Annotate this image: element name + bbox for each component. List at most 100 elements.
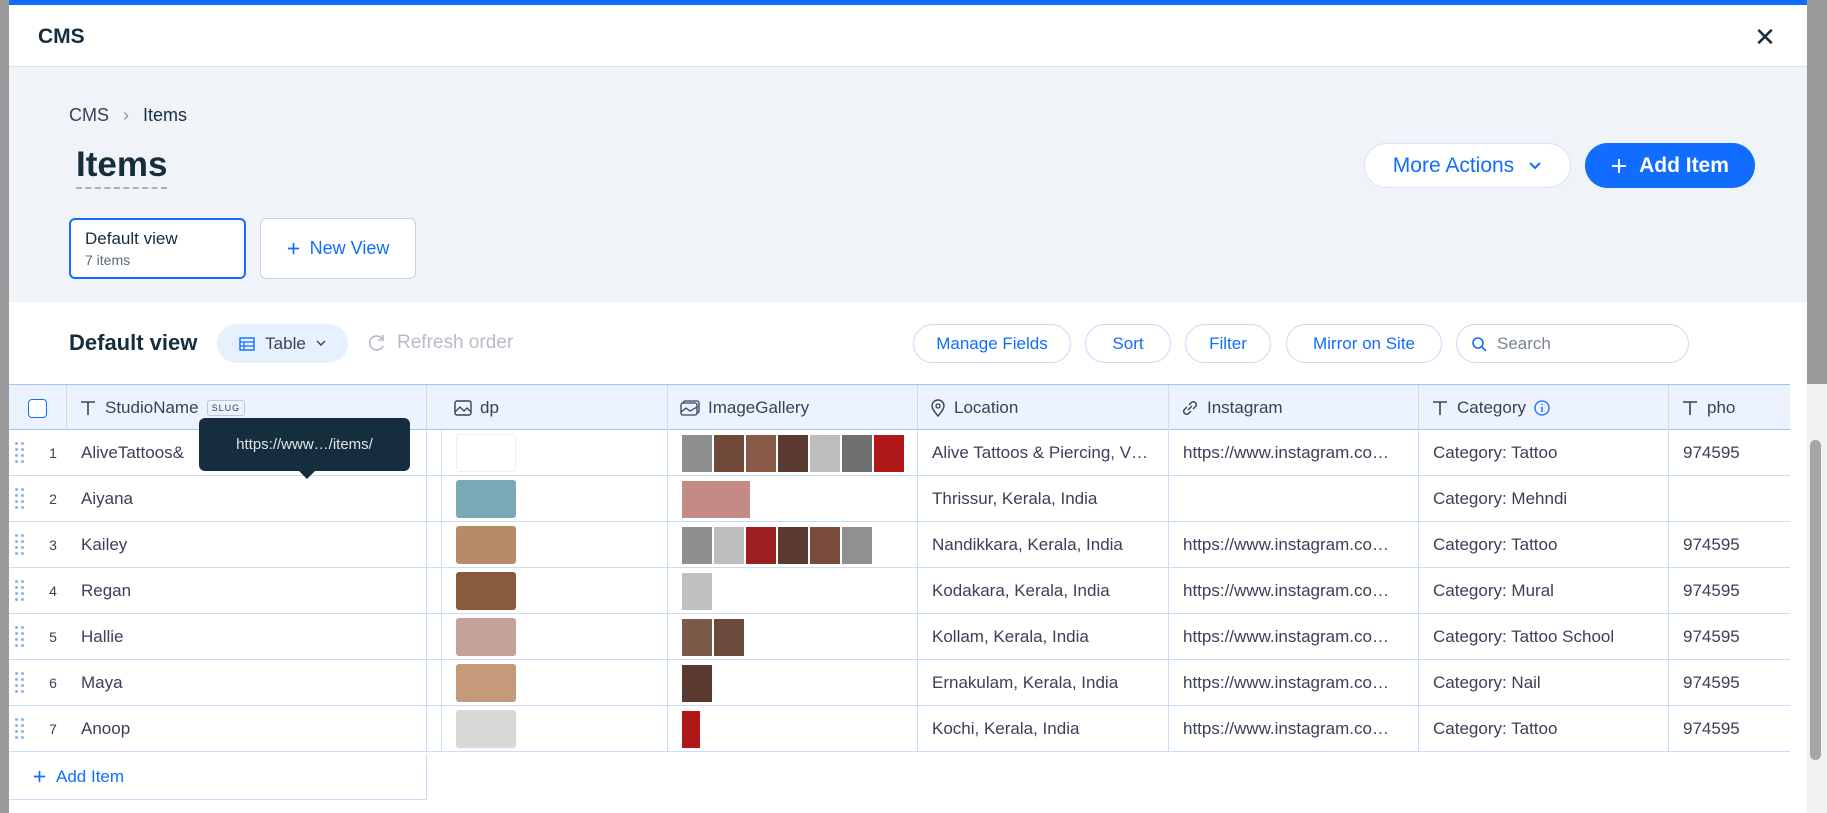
category-cell[interactable]: Category: Tattoo School: [1419, 614, 1669, 660]
studio-name-cell[interactable]: Hallie: [67, 614, 427, 660]
location-cell[interactable]: Kollam, Kerala, India: [918, 614, 1169, 660]
close-icon[interactable]: ✕: [1751, 23, 1779, 51]
dp-thumbnail: [456, 572, 516, 610]
dp-cell[interactable]: [442, 476, 668, 522]
dp-cell[interactable]: [442, 430, 668, 476]
drag-handle-icon[interactable]: [15, 672, 25, 694]
breadcrumb-current: Items: [143, 105, 188, 125]
drag-handle-icon[interactable]: [15, 488, 25, 510]
column-header-dp[interactable]: dp: [442, 385, 668, 431]
category-cell[interactable]: Category: Tattoo: [1419, 430, 1669, 476]
drag-handle-icon[interactable]: [15, 718, 25, 740]
column-header-imagegallery[interactable]: ImageGallery: [668, 385, 918, 431]
dp-cell[interactable]: [442, 706, 668, 752]
column-header-location[interactable]: Location: [918, 385, 1169, 431]
image-gallery-cell[interactable]: [668, 706, 918, 752]
table-row[interactable]: 4 Regan Kodakara, Kerala, India https://www…: [9, 568, 1790, 614]
dp-thumbnail: [456, 710, 516, 748]
location-cell[interactable]: Thrissur, Kerala, India: [918, 476, 1169, 522]
studio-name-cell[interactable]: Kailey: [67, 522, 427, 568]
table-row[interactable]: 7 Anoop Kochi, Kerala, India https://www.in…: [9, 706, 1790, 752]
drag-handle-icon[interactable]: [15, 580, 25, 602]
plus-icon: [1612, 158, 1627, 173]
text-icon: [1433, 401, 1447, 415]
breadcrumb-root[interactable]: CMS: [69, 105, 109, 126]
instagram-cell[interactable]: https://www.instagram.co…: [1169, 614, 1419, 660]
studio-name-cell[interactable]: Regan: [67, 568, 427, 614]
add-item-button[interactable]: Add Item: [1585, 143, 1755, 188]
table-row[interactable]: 6 Maya Ernakulam, Kerala, India https://www…: [9, 660, 1790, 706]
instagram-cell[interactable]: https://www.instagram.co…: [1169, 522, 1419, 568]
table-row[interactable]: 3 Kailey Nandikkara, Kerala, India https://…: [9, 522, 1790, 568]
phone-cell[interactable]: 974595: [1669, 430, 1790, 476]
instagram-cell[interactable]: https://www.instagram.co…: [1169, 706, 1419, 752]
category-cell[interactable]: Category: Tattoo: [1419, 522, 1669, 568]
dp-cell[interactable]: [442, 522, 668, 568]
studio-name-cell[interactable]: Anoop: [67, 706, 427, 752]
column-label: Instagram: [1207, 398, 1283, 417]
info-icon[interactable]: [1534, 400, 1550, 416]
category-cell[interactable]: Category: Tattoo: [1419, 706, 1669, 752]
instagram-cell[interactable]: https://www.instagram.co…: [1169, 660, 1419, 706]
gallery-thumbnail: [714, 434, 744, 472]
column-header-category[interactable]: Category: [1419, 385, 1669, 431]
location-cell[interactable]: Nandikkara, Kerala, India: [918, 522, 1169, 568]
instagram-cell[interactable]: [1169, 476, 1419, 522]
page-title[interactable]: Items: [76, 145, 168, 189]
scrollbar-thumb[interactable]: [1810, 440, 1821, 760]
location-cell[interactable]: Kodakara, Kerala, India: [918, 568, 1169, 614]
phone-cell[interactable]: 974595: [1669, 706, 1790, 752]
drag-handle-icon[interactable]: [15, 442, 25, 464]
instagram-cell[interactable]: https://www.instagram.co…: [1169, 430, 1419, 476]
gallery-thumbnail: [682, 480, 750, 518]
phone-cell[interactable]: 974595: [1669, 660, 1790, 706]
image-icon: [454, 400, 472, 416]
category-cell[interactable]: Category: Mural: [1419, 568, 1669, 614]
phone-cell[interactable]: 974595: [1669, 568, 1790, 614]
default-view-card[interactable]: Default view 7 items: [69, 218, 246, 279]
refresh-order-button[interactable]: Refresh order: [367, 332, 513, 354]
dp-cell[interactable]: [442, 568, 668, 614]
dp-thumbnail: [456, 664, 516, 702]
manage-fields-button[interactable]: Manage Fields: [913, 324, 1071, 363]
phone-cell[interactable]: 974595: [1669, 522, 1790, 568]
location-cell[interactable]: Alive Tattoos & Piercing, V…: [918, 430, 1169, 476]
column-header-instagram[interactable]: Instagram: [1169, 385, 1419, 431]
modal-title: CMS: [38, 25, 85, 48]
location-cell[interactable]: Ernakulam, Kerala, India: [918, 660, 1169, 706]
studio-name-cell[interactable]: Aiyana: [67, 476, 427, 522]
search-input[interactable]: [1497, 333, 1677, 354]
column-header-phone[interactable]: pho: [1669, 385, 1790, 431]
image-gallery-cell[interactable]: [668, 476, 918, 522]
instagram-cell[interactable]: https://www.instagram.co…: [1169, 568, 1419, 614]
table-row[interactable]: 5 Hallie Kollam, Kerala, India https://www.…: [9, 614, 1790, 660]
gallery-thumbnail: [842, 526, 872, 564]
category-cell[interactable]: Category: Mehndi: [1419, 476, 1669, 522]
dp-cell[interactable]: [442, 614, 668, 660]
image-gallery-cell[interactable]: [668, 430, 918, 476]
category-cell[interactable]: Category: Nail: [1419, 660, 1669, 706]
layout-label: Table: [265, 333, 306, 353]
search-box[interactable]: [1456, 324, 1689, 363]
filter-button[interactable]: Filter: [1185, 324, 1271, 363]
image-gallery-cell[interactable]: [668, 522, 918, 568]
image-gallery-cell[interactable]: [668, 568, 918, 614]
select-all-checkbox[interactable]: [28, 398, 47, 418]
dp-cell[interactable]: [442, 660, 668, 706]
location-cell[interactable]: Kochi, Kerala, India: [918, 706, 1169, 752]
phone-cell[interactable]: 974595: [1669, 614, 1790, 660]
drag-handle-icon[interactable]: [15, 534, 25, 556]
slug-url-tooltip: https://www…/items/: [199, 418, 410, 479]
new-view-button[interactable]: New View: [260, 218, 416, 279]
layout-dropdown[interactable]: Table: [217, 324, 348, 363]
add-item-row-button[interactable]: Add Item: [9, 754, 427, 800]
image-gallery-cell[interactable]: [668, 660, 918, 706]
more-actions-button[interactable]: More Actions: [1364, 143, 1571, 188]
image-gallery-cell[interactable]: [668, 614, 918, 660]
phone-cell[interactable]: [1669, 476, 1790, 522]
table-row[interactable]: 2 Aiyana Thrissur, Kerala, India Category: …: [9, 476, 1790, 522]
mirror-on-site-button[interactable]: Mirror on Site: [1286, 324, 1442, 363]
studio-name-cell[interactable]: Maya: [67, 660, 427, 706]
sort-button[interactable]: Sort: [1085, 324, 1171, 363]
drag-handle-icon[interactable]: [15, 626, 25, 648]
